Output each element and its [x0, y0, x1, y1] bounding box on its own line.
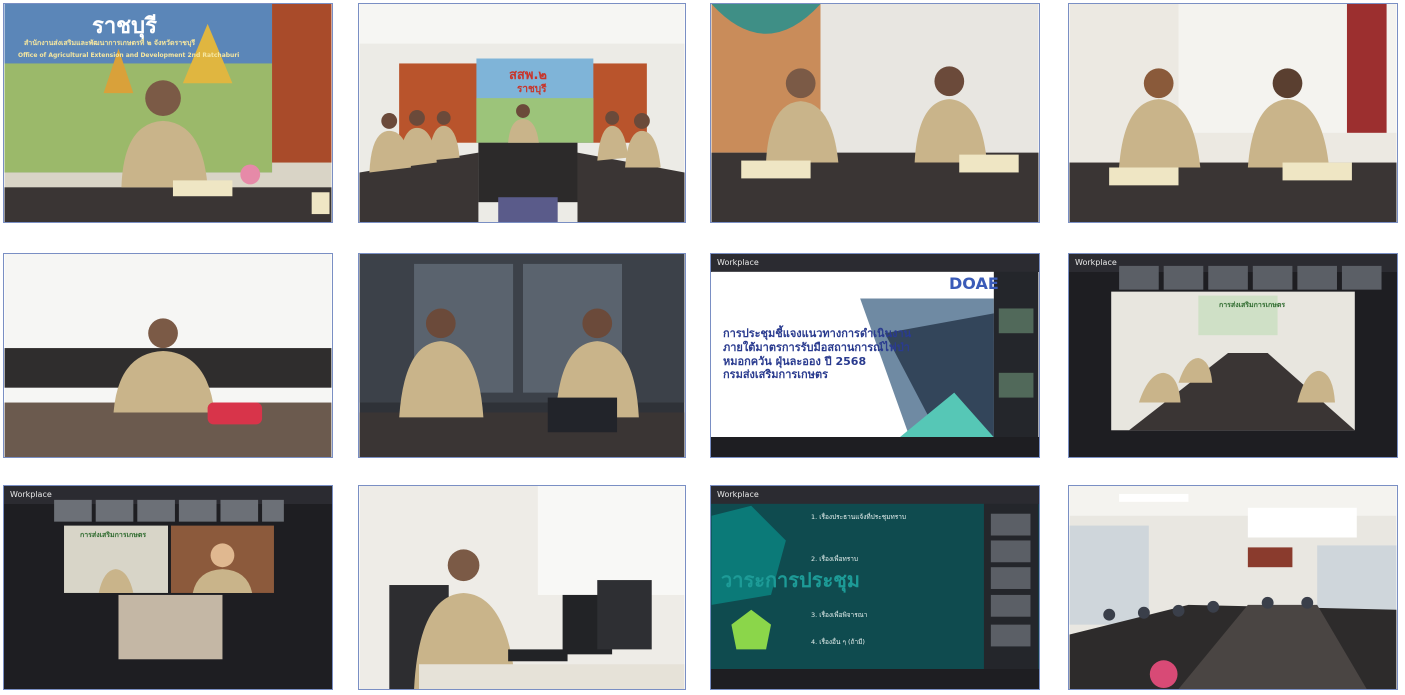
photo-5-female-official-writing [3, 253, 333, 458]
photo-11-zoom-toolbar [711, 669, 1039, 689]
agenda-item-3: 3. เรื่องเพื่อพิจารณา [811, 610, 868, 619]
photo-1-official-at-desk: ราชบุรี สำนักงานส่งเสริมและพัฒนาการเกษตร… [3, 3, 333, 223]
slide-title-line-3: หมอกควัน ฝุ่นละออง ปี 2568 [723, 354, 867, 368]
slide-title-line-4: กรมส่งเสริมการเกษตร [723, 368, 829, 382]
photo-7-org-logo: DOAE [949, 274, 999, 293]
photo-9-zoom-toolbar [4, 669, 332, 689]
photo-6-two-officials-glass-doors [358, 253, 686, 458]
photo-7-slide-title: การประชุมชี้แจงแนวทางการดำเนินงาน ภายใต้… [723, 327, 923, 382]
photo-8-zoom-toolbar [1069, 437, 1397, 457]
agenda-item-1: 1. เรื่องประธานแจ้งที่ประชุมทราบ [811, 513, 907, 521]
photo-12-large-conference-room [1068, 485, 1398, 690]
photo-1-sign-english: Office of Agricultural Extension and Dev… [18, 52, 240, 59]
photo-2-meeting-room-table: สสพ.๒ ราชบุรี [358, 3, 686, 223]
photo-7-zoom-slide-screenshot: Workplace DOAE การประชุมชี้แจงแนวทางการด… [710, 253, 1040, 458]
photo-9-zoom-gallery-view: Workplace การส่งเสริมการเกษตร [3, 485, 333, 690]
slide-title-line-1: การประชุมชี้แจงแนวทางการดำเนินงาน [723, 327, 912, 340]
photo-7-zoom-toolbar [711, 437, 1039, 457]
photo-2-scene [359, 4, 685, 222]
photo-1-sign-subtitle: สำนักงานส่งเสริมและพัฒนาการเกษตรที่ ๒ จั… [24, 39, 196, 47]
photo-10-official-at-computer [358, 485, 686, 690]
agenda-item-2: 2. เรื่องเพื่อทราบ [811, 554, 859, 563]
photo-8-scene [1111, 265, 1382, 431]
photo-3-two-officials [710, 3, 1040, 223]
photo-8-room-sign: การส่งเสริมการเกษตร [1219, 301, 1286, 309]
photo-4-two-female-officials [1068, 3, 1398, 223]
slide-title-line-2: ภายใต้มาตรการรับมือสถานการณ์ไฟป่า [723, 340, 910, 354]
photo-4-scene [1069, 4, 1397, 222]
photo-5-scene [4, 254, 332, 457]
photo-6-scene [359, 254, 685, 457]
photo-8-zoom-meeting-room: Workplace การส่งเสริมการเกษตร [1068, 253, 1398, 458]
photo-12-scene [1069, 486, 1397, 689]
photo-11-agenda-list: 1. เรื่องประธานแจ้งที่ประชุมทราบ 2. เรื่… [811, 513, 981, 647]
photo-1-scene [4, 4, 332, 222]
photo-2-banner-subtitle: ราชบุรี [517, 84, 547, 95]
photo-9-room-sign: การส่งเสริมการเกษตร [80, 531, 147, 539]
photo-9-scene [54, 499, 284, 660]
photo-10-scene [359, 486, 685, 689]
photo-3-scene [711, 4, 1039, 222]
agenda-item-4: 4. เรื่องอื่น ๆ (ถ้ามี) [811, 638, 865, 647]
photo-11-zoom-agenda-slide: Workplace วาระการประชุม 1. เรื่องประธานแ… [710, 485, 1040, 690]
